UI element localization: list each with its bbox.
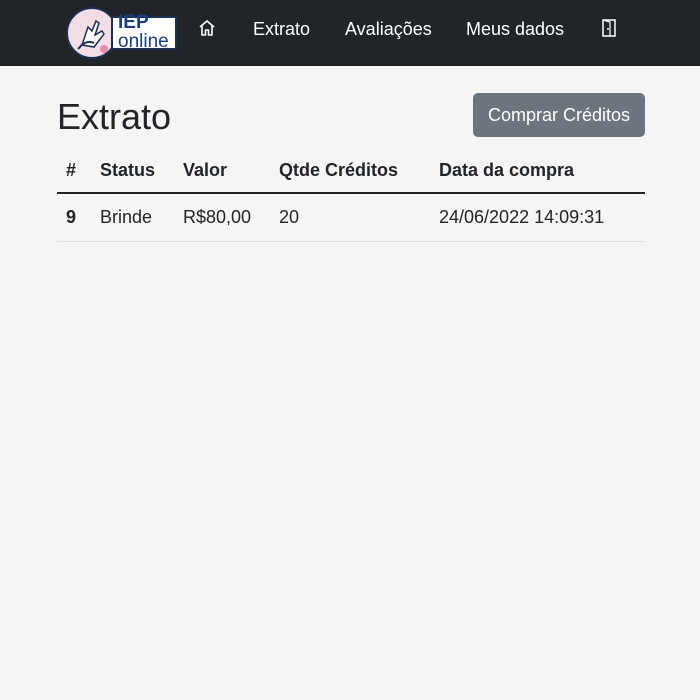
buy-credits-button[interactable]: Comprar Créditos xyxy=(473,93,645,137)
cell-status: Brinde xyxy=(91,193,174,242)
nav-avaliacoes[interactable]: Avaliações xyxy=(345,18,432,40)
cell-qtde: 20 xyxy=(270,193,430,242)
header-qtde-creditos: Qtde Créditos xyxy=(270,148,430,194)
header-data-compra: Data da compra xyxy=(430,148,645,194)
cell-id: 9 xyxy=(57,193,91,242)
logo-text-iep: IEP xyxy=(118,12,149,33)
nav-meus-dados[interactable]: Meus dados xyxy=(466,18,564,40)
door-exit-icon[interactable] xyxy=(600,18,618,43)
header-status: Status xyxy=(91,148,174,194)
nav-extrato[interactable]: Extrato xyxy=(253,18,310,40)
logo-text-online: online xyxy=(118,31,169,52)
table-row: 9 Brinde R$80,00 20 24/06/2022 14:09:31 xyxy=(57,193,645,242)
cell-data: 24/06/2022 14:09:31 xyxy=(430,193,645,242)
table-header-row: # Status Valor Qtde Créditos Data da com… xyxy=(57,148,645,194)
page-title: Extrato xyxy=(57,96,172,137)
navbar: IEP online Extrato Avaliações Meus dados xyxy=(0,0,700,66)
header-id: # xyxy=(57,148,91,194)
header-valor: Valor xyxy=(174,148,270,194)
home-icon[interactable] xyxy=(197,18,217,43)
brand-logo[interactable]: IEP online xyxy=(66,7,178,59)
cell-valor: R$80,00 xyxy=(174,193,270,242)
statement-table: # Status Valor Qtde Créditos Data da com… xyxy=(57,148,645,242)
